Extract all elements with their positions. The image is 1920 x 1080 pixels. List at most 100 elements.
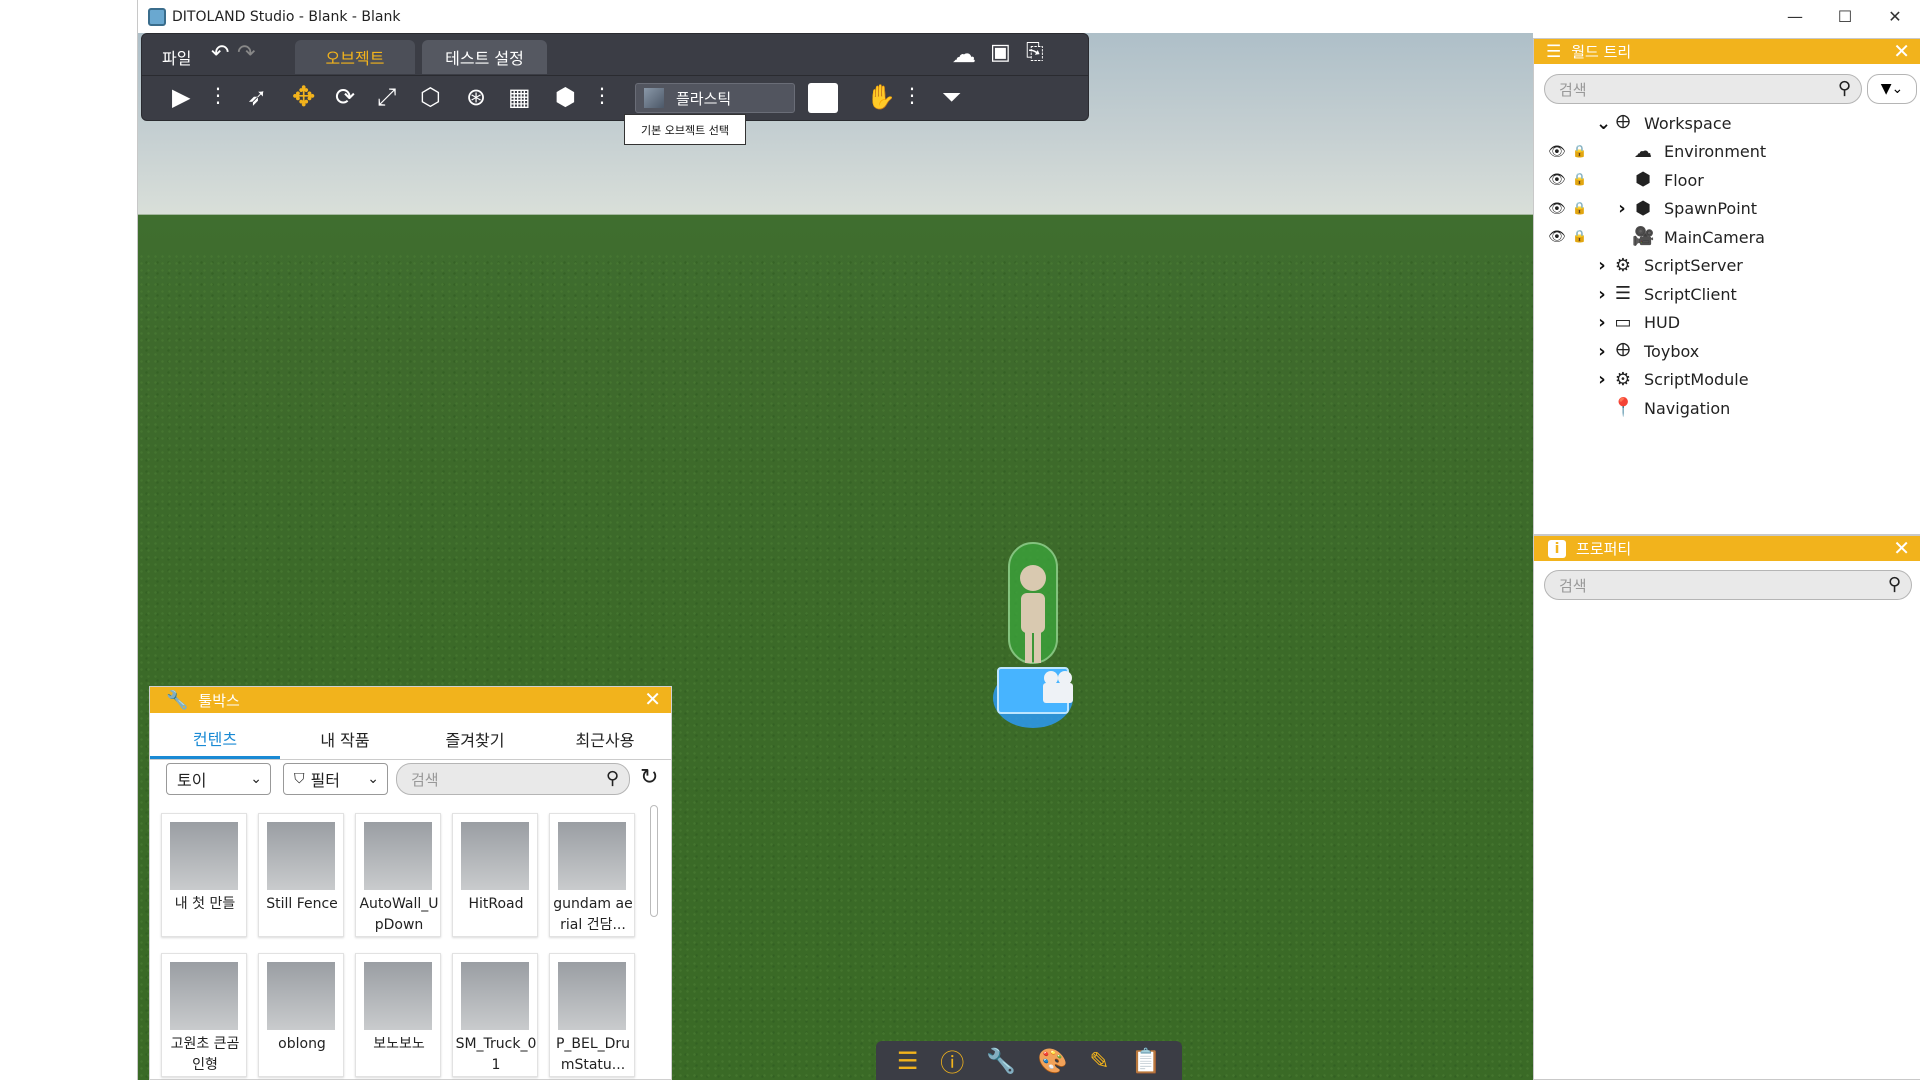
tree-item-toybox[interactable]: › 🜨 Toybox — [1596, 337, 1699, 365]
tree-item-label: MainCamera — [1664, 227, 1765, 247]
search-icon[interactable]: ⚲ — [606, 768, 619, 789]
script-client-icon: ☰ — [1614, 283, 1632, 304]
item-thumbnail — [170, 962, 238, 1030]
file-menu[interactable]: 파일 — [162, 45, 191, 69]
undo-icon[interactable]: ↶ — [211, 43, 229, 65]
physics-icon[interactable]: ⊛ — [466, 85, 486, 109]
tree-item-scriptmodule[interactable]: › ⚙ ScriptModule — [1596, 366, 1748, 394]
rotate-icon[interactable]: ⟳ — [335, 85, 355, 109]
toolbox-item[interactable]: 고원초 큰곰 인형 — [161, 953, 247, 1077]
filter-dropdown[interactable]: ▼⌄ — [1867, 74, 1917, 104]
unlock-icon[interactable]: 🔒 — [1572, 144, 1587, 158]
tab-favorites[interactable]: 즐겨찾기 — [410, 719, 540, 759]
redo-icon[interactable]: ↷ — [237, 43, 255, 65]
maximize-button[interactable]: ☐ — [1820, 0, 1870, 33]
item-name: 보노보노 — [373, 1036, 425, 1052]
search-icon[interactable]: ⚲ — [1888, 574, 1901, 595]
chevron-right-icon[interactable]: › — [1596, 312, 1608, 333]
chevron-right-icon[interactable]: › — [1596, 255, 1608, 276]
item-name: 내 첫 만들 — [174, 896, 236, 912]
world-tree-icon[interactable]: ☰ — [897, 1047, 919, 1075]
tree-item-hud[interactable]: › ▭ HUD — [1596, 309, 1680, 337]
properties-panel: i 프로퍼티 ✕ 검색 ⚲ — [1533, 535, 1920, 1080]
lock-icon[interactable]: 🔒 — [1572, 172, 1587, 186]
visibility-eye-icon[interactable]: 👁 — [1548, 144, 1566, 160]
toolbox-search-input[interactable]: 검색 ⚲ — [396, 763, 630, 795]
chevron-right-icon[interactable]: › — [1616, 198, 1628, 219]
tree-item-scriptclient[interactable]: › ☰ ScriptClient — [1596, 280, 1736, 308]
tooltip: 기본 오브젝트 선택 — [624, 114, 746, 145]
toolbox-item[interactable]: 보노보노 — [355, 953, 441, 1077]
item-thumbnail — [364, 822, 432, 890]
toolbox-item[interactable]: SM_Truck_01 — [452, 953, 538, 1077]
unlock-icon[interactable]: 🔒 — [1572, 229, 1587, 243]
toolbox-item[interactable]: Still Fence — [258, 813, 344, 937]
close-window-button[interactable]: ✕ — [1870, 0, 1920, 33]
scale-icon[interactable]: ⤢ — [377, 85, 396, 109]
visibility-filter-icon[interactable]: ⏷ — [942, 85, 961, 109]
anchor-icon[interactable]: ✋ — [866, 85, 896, 109]
tree-item-maincamera[interactable]: 🎥 MainCamera — [1616, 223, 1765, 251]
material-dropdown[interactable]: 플라스틱 — [635, 83, 795, 113]
toolbox-item[interactable]: 내 첫 만들 — [161, 813, 247, 937]
play-icon[interactable]: ▶ — [172, 85, 190, 109]
category-dropdown[interactable]: 토이 ⌄ — [166, 763, 271, 795]
notes-icon[interactable]: 📋 — [1131, 1047, 1161, 1075]
edit-icon[interactable]: ✎ — [1089, 1047, 1109, 1075]
grid-icon[interactable]: ▦ — [508, 85, 531, 109]
tab-contents[interactable]: 컨텐츠 — [150, 719, 280, 759]
toolbox-item[interactable]: AutoWall_UpDown — [355, 813, 441, 937]
more-icon[interactable]: ⋮ — [592, 85, 612, 105]
toolbox-item[interactable]: oblong — [258, 953, 344, 1077]
transform-icon[interactable]: ⬡ — [420, 85, 441, 109]
upload-icon[interactable]: ☁ — [952, 42, 976, 66]
spawn-character[interactable] — [933, 533, 1133, 743]
toolbox-icon[interactable]: 🔧 — [986, 1047, 1016, 1075]
close-icon[interactable]: ✕ — [1893, 536, 1910, 561]
toolbox-item[interactable]: P_BEL_DrumStatu... — [549, 953, 635, 1077]
refresh-icon[interactable]: ↻ — [640, 765, 658, 790]
visibility-eye-icon[interactable]: 👁 — [1548, 172, 1566, 188]
save-as-icon[interactable]: ⎘ — [1026, 42, 1044, 64]
color-swatch[interactable] — [808, 83, 838, 113]
chevron-right-icon[interactable]: › — [1596, 369, 1608, 390]
chevron-right-icon[interactable]: › — [1596, 341, 1608, 362]
properties-search-input[interactable]: 검색 ⚲ — [1544, 570, 1912, 600]
save-icon[interactable]: ▣ — [990, 42, 1011, 64]
visibility-eye-icon[interactable]: 👁 — [1548, 229, 1566, 245]
unlock-icon[interactable]: 🔒 — [1572, 201, 1587, 215]
scrollbar[interactable] — [650, 805, 658, 917]
tab-test-settings[interactable]: 테스트 설정 — [422, 40, 547, 74]
tree-item-floor[interactable]: ⬢ Floor — [1616, 166, 1704, 194]
more-icon[interactable]: ⋮ — [208, 85, 228, 105]
tree-item-scriptserver[interactable]: › ⚙ ScriptServer — [1596, 252, 1743, 280]
search-placeholder: 검색 — [1559, 576, 1587, 595]
filter-dropdown[interactable]: ⛉ 필터 ⌄ — [283, 763, 388, 795]
tree-item-environment[interactable]: ☁ Environment — [1616, 138, 1766, 166]
world-tree-search-input[interactable]: 검색 ⚲ — [1544, 74, 1862, 104]
tree-item-spawnpoint[interactable]: › ⬢ SpawnPoint — [1616, 195, 1757, 223]
search-icon[interactable]: ⚲ — [1838, 78, 1851, 99]
select-icon[interactable]: ➶ — [247, 85, 267, 109]
chevron-right-icon[interactable]: › — [1596, 284, 1608, 305]
close-icon[interactable]: ✕ — [1893, 39, 1910, 64]
toolbox-item[interactable]: gundam aerial 건담... — [549, 813, 635, 937]
chevron-down-icon[interactable]: ⌄ — [1596, 113, 1611, 134]
tab-recent[interactable]: 최근사용 — [540, 719, 670, 759]
move-icon[interactable]: ✥ — [292, 83, 315, 111]
info-icon[interactable]: ⓘ — [940, 1043, 964, 1078]
close-icon[interactable]: ✕ — [644, 687, 661, 712]
visibility-eye-icon[interactable]: 👁 — [1548, 201, 1566, 217]
tree-item-workspace[interactable]: ⌄ 🜨 Workspace — [1596, 109, 1731, 137]
bottom-dock: ☰ ⓘ 🔧 🎨 ✎ 📋 — [876, 1041, 1182, 1080]
info-icon: i — [1548, 539, 1566, 558]
minimize-button[interactable]: — — [1770, 0, 1820, 33]
tree-item-navigation[interactable]: 📍 Navigation — [1596, 394, 1730, 422]
more-icon[interactable]: ⋮ — [902, 85, 922, 105]
tab-my-works[interactable]: 내 작품 — [280, 719, 410, 759]
palette-icon[interactable]: 🎨 — [1038, 1047, 1068, 1075]
part-icon[interactable]: ⬢ — [555, 85, 576, 109]
tab-object[interactable]: 오브젝트 — [295, 40, 415, 74]
item-thumbnail — [461, 962, 529, 1030]
toolbox-item[interactable]: HitRoad — [452, 813, 538, 937]
